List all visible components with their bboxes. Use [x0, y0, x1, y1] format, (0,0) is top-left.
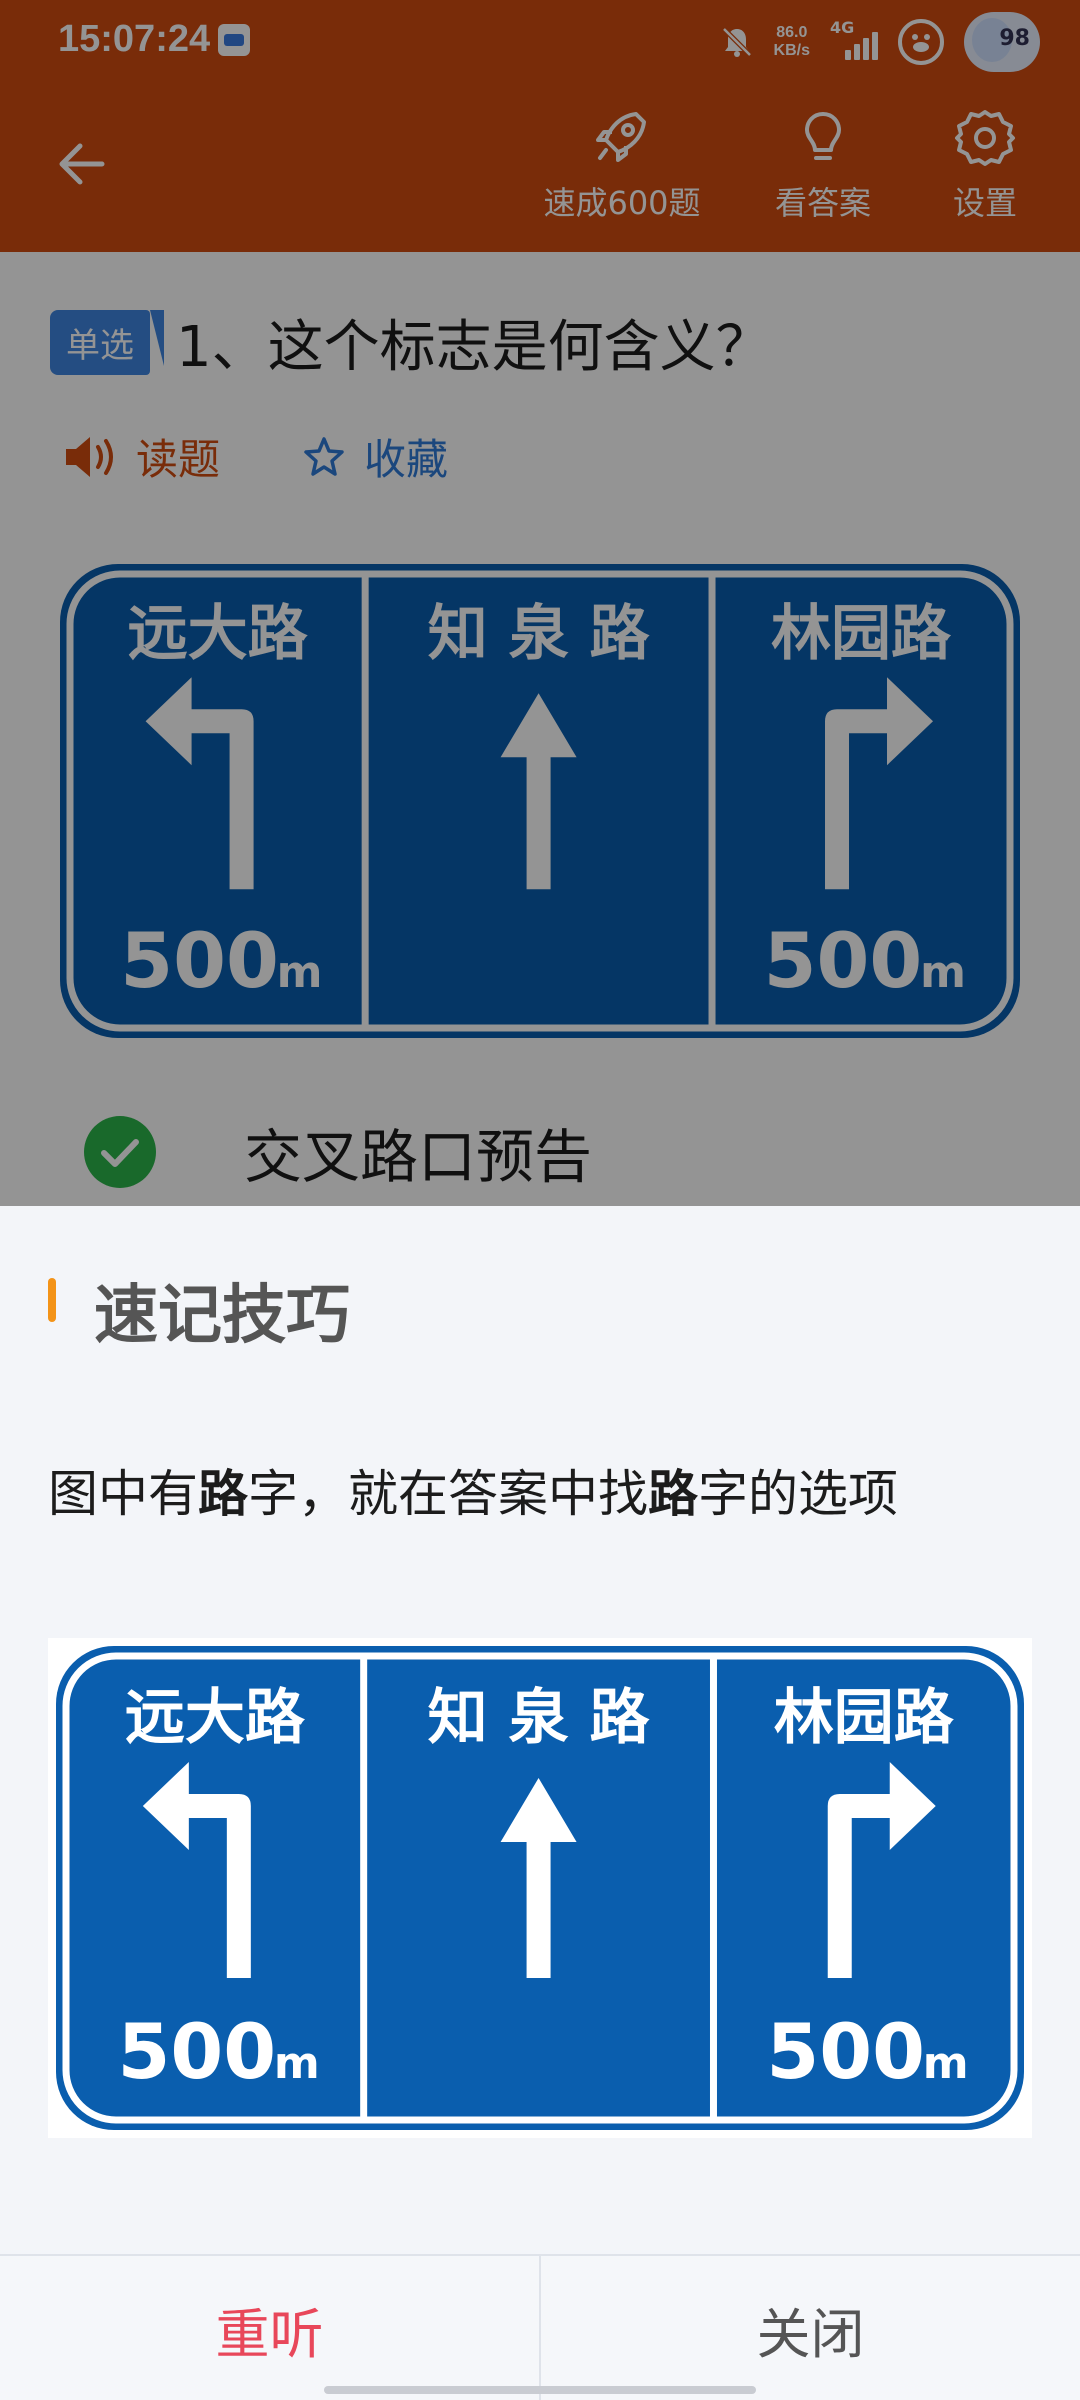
tip-sign-image: 远大路 500 m 知 泉 路林园路 500 m: [48, 1638, 1032, 2138]
tip-part: 字的选项: [698, 1465, 898, 1523]
title-accent-bar: [48, 1278, 56, 1322]
overlay-scrim[interactable]: [0, 252, 1080, 1206]
sign-road-name: 林园路: [774, 1683, 955, 1753]
tip-part: 字，就在答案中找: [248, 1465, 648, 1523]
tip-keyword: 路: [198, 1465, 248, 1523]
sheet-title: 速记技巧: [94, 1279, 350, 1353]
overlay-scrim-top: [0, 0, 1080, 252]
home-indicator[interactable]: [324, 2386, 756, 2394]
sign-distance: 500: [118, 2007, 277, 2096]
tip-part: 图中有: [48, 1465, 198, 1523]
sign-distance-unit: m: [274, 2038, 320, 2089]
sheet-footer: 重听 关闭: [0, 2254, 1080, 2400]
sign-distance-unit: m: [923, 2038, 969, 2089]
memory-tip-sheet: 速记技巧 图中有路字，就在答案中找路字的选项 远大路 500 m 知 泉 路林园路 50…: [0, 1206, 1080, 2400]
sign-road-name: 远大路: [125, 1683, 306, 1753]
sign-road-name: 知 泉 路: [428, 1683, 651, 1753]
tip-keyword: 路: [648, 1465, 698, 1523]
tip-text: 图中有路字，就在答案中找路字的选项: [48, 1454, 898, 1526]
close-button[interactable]: 关闭: [541, 2256, 1080, 2400]
replay-button[interactable]: 重听: [0, 2256, 539, 2400]
sign-distance: 500: [766, 2007, 925, 2096]
